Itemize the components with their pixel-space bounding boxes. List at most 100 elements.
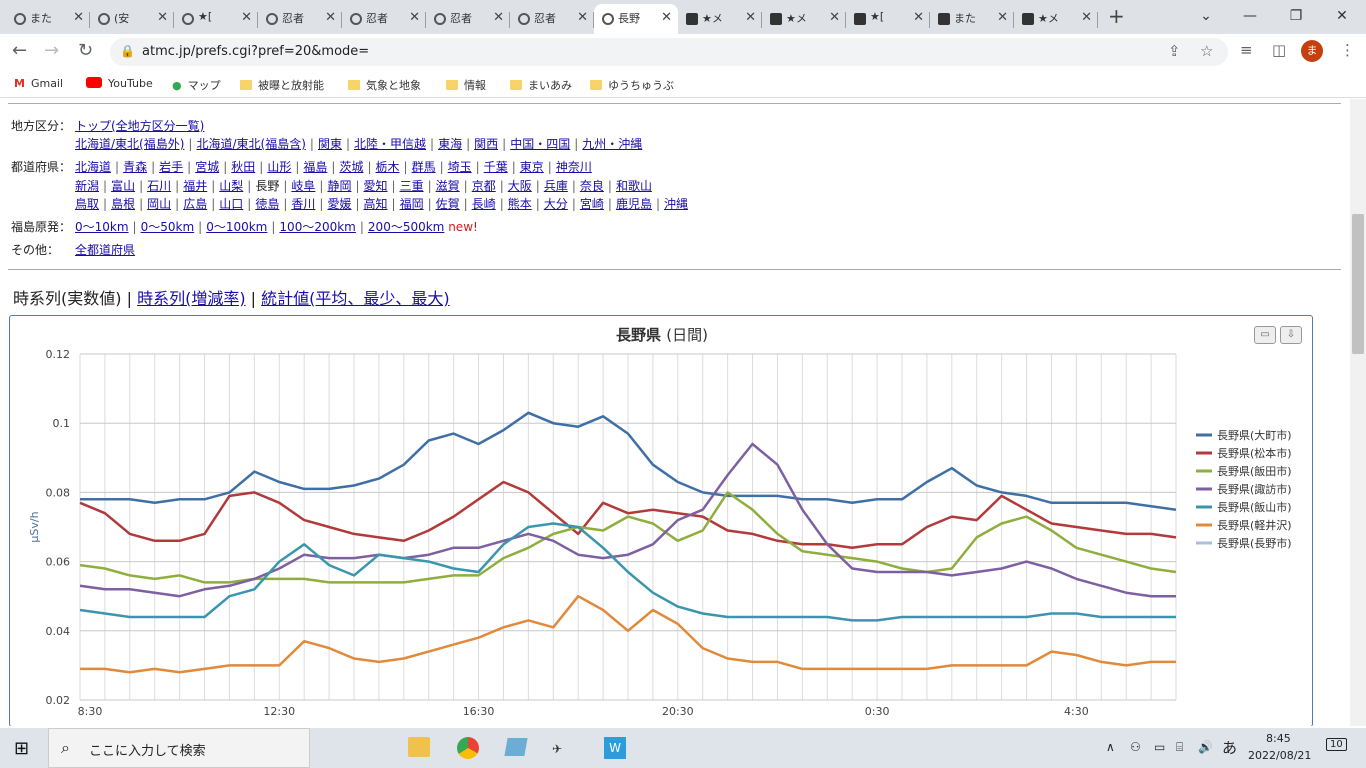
close-tab-icon[interactable]: ✕: [997, 10, 1008, 25]
nav-link[interactable]: 沖縄: [664, 197, 688, 211]
nav-link[interactable]: 福島: [303, 160, 327, 174]
nav-link[interactable]: 岡山: [147, 197, 171, 211]
profile-avatar[interactable]: ま: [1301, 40, 1323, 62]
close-tab-icon[interactable]: ✕: [73, 10, 84, 25]
nav-link[interactable]: 佐賀: [436, 197, 460, 211]
nav-link[interactable]: 福井: [183, 179, 207, 193]
nav-link[interactable]: 大分: [544, 197, 568, 211]
browser-tab[interactable]: 長野 ✕: [594, 4, 678, 34]
nav-link[interactable]: 高知: [364, 197, 388, 211]
bookmark-folder-5[interactable]: ゆうちゅうぶ: [590, 77, 674, 93]
browser-tab[interactable]: ★メ ✕: [1014, 4, 1098, 34]
url-text[interactable]: atmc.jp/prefs.cgi?pref=20&mode=: [142, 44, 369, 59]
nav-link[interactable]: 200〜500km: [368, 220, 444, 234]
nav-link[interactable]: 宮崎: [580, 197, 604, 211]
close-tab-icon[interactable]: ✕: [913, 10, 924, 25]
nav-link[interactable]: 島根: [111, 197, 135, 211]
nav-link[interactable]: 100〜200km: [279, 220, 355, 234]
nav-link[interactable]: 山梨: [219, 179, 243, 193]
network-icon[interactable]: ⌸: [1176, 740, 1183, 755]
nav-link[interactable]: 滋賀: [436, 179, 460, 193]
maximize-button[interactable]: ❐: [1276, 2, 1316, 30]
nav-link[interactable]: 宮城: [195, 160, 219, 174]
nav-link[interactable]: 京都: [472, 179, 496, 193]
taskbar-search[interactable]: ⌕ ここに入力して検索: [48, 728, 310, 768]
nav-link[interactable]: 兵庫: [544, 179, 568, 193]
address-bar[interactable]: 🔒 atmc.jp/prefs.cgi?pref=20&mode= ⇪ ☆: [110, 38, 1228, 66]
bookmark-maps[interactable]: ● マップ: [172, 77, 221, 93]
nav-link[interactable]: 関東: [318, 137, 342, 151]
chrome-icon[interactable]: [457, 737, 479, 759]
close-tab-icon[interactable]: ✕: [577, 10, 588, 25]
nav-link[interactable]: 広島: [183, 197, 207, 211]
close-tab-icon[interactable]: ✕: [409, 10, 420, 25]
nav-link[interactable]: 大阪: [508, 179, 532, 193]
minimize-button[interactable]: —: [1230, 2, 1270, 30]
nav-link[interactable]: 徳島: [255, 197, 279, 211]
nav-link[interactable]: 熊本: [508, 197, 532, 211]
browser-tab[interactable]: (安 ✕: [90, 4, 174, 34]
scrollbar-thumb[interactable]: [1352, 214, 1364, 354]
close-tab-icon[interactable]: ✕: [241, 10, 252, 25]
nav-link[interactable]: 千葉: [484, 160, 508, 174]
nav-link[interactable]: 神奈川: [556, 160, 592, 174]
bookmark-folder-2[interactable]: 気象と地象: [348, 77, 421, 93]
w-app-icon[interactable]: W: [604, 737, 626, 759]
close-tab-icon[interactable]: ✕: [325, 10, 336, 25]
notification-badge[interactable]: 10: [1326, 738, 1347, 751]
nav-link[interactable]: 北海道/東北(福島含): [196, 137, 305, 151]
nav-link[interactable]: 栃木: [376, 160, 400, 174]
view-link-stats[interactable]: 統計値(平均、最少、最大): [261, 289, 450, 308]
nav-link[interactable]: 愛媛: [327, 197, 351, 211]
nav-link[interactable]: 山口: [219, 197, 243, 211]
nav-link[interactable]: 富山: [111, 179, 135, 193]
close-tab-icon[interactable]: ✕: [493, 10, 504, 25]
close-tab-icon[interactable]: ✕: [745, 10, 756, 25]
browser-tab[interactable]: また ✕: [930, 4, 1014, 34]
nav-link[interactable]: 中国・四国: [510, 137, 570, 151]
forward-icon[interactable]: →: [44, 40, 59, 61]
lock-icon[interactable]: 🔒: [120, 44, 135, 58]
close-window-button[interactable]: ✕: [1322, 2, 1362, 30]
bookmark-star-icon[interactable]: ☆: [1200, 42, 1213, 60]
nav-link[interactable]: 三重: [400, 179, 424, 193]
tab-search-icon[interactable]: ⌄: [1186, 2, 1226, 30]
nav-link[interactable]: 香川: [291, 197, 315, 211]
view-link-rate[interactable]: 時系列(増減率): [137, 289, 246, 308]
close-tab-icon[interactable]: ✕: [1081, 10, 1092, 25]
battery-icon[interactable]: ▭: [1154, 740, 1165, 754]
nav-link[interactable]: 北陸・甲信越: [354, 137, 426, 151]
volume-icon[interactable]: 🔊: [1198, 740, 1213, 754]
nav-link[interactable]: 秋田: [231, 160, 255, 174]
nav-link[interactable]: 静岡: [327, 179, 351, 193]
browser-tab[interactable]: ★[✕: [174, 4, 258, 34]
nav-link[interactable]: 東海: [438, 137, 462, 151]
browser-tab[interactable]: 忍者 ✕: [510, 4, 594, 34]
bookmark-gmail[interactable]: M Gmail: [14, 77, 63, 90]
tray-chevron-icon[interactable]: ∧: [1106, 740, 1115, 754]
nav-link[interactable]: 埼玉: [448, 160, 472, 174]
back-icon[interactable]: ←: [12, 40, 27, 61]
browser-tab[interactable]: 忍者 ✕: [342, 4, 426, 34]
browser-tab[interactable]: ★メ ✕: [678, 4, 762, 34]
bookmark-youtube[interactable]: YouTube: [86, 77, 153, 90]
page-scrollbar[interactable]: [1350, 99, 1366, 726]
nav-link[interactable]: 北海道/東北(福島外): [75, 137, 184, 151]
nav-link[interactable]: 福岡: [400, 197, 424, 211]
nav-link[interactable]: 青森: [123, 160, 147, 174]
browser-tab[interactable]: また ✕: [6, 4, 90, 34]
nav-link[interactable]: 愛知: [364, 179, 388, 193]
bookmark-folder-4[interactable]: まいあみ: [510, 77, 572, 93]
nav-link[interactable]: トップ(全地方区分一覧): [75, 119, 204, 133]
nav-link[interactable]: 東京: [520, 160, 544, 174]
bookmark-folder-1[interactable]: 被曝と放射能: [240, 77, 324, 93]
share-icon[interactable]: ⇪: [1168, 42, 1181, 60]
close-tab-icon[interactable]: ✕: [829, 10, 840, 25]
nav-link[interactable]: 奈良: [580, 179, 604, 193]
clock-time[interactable]: 8:45: [1266, 732, 1291, 745]
nav-link[interactable]: 山形: [267, 160, 291, 174]
reload-icon[interactable]: ↻: [78, 40, 93, 61]
nav-link[interactable]: 0〜100km: [206, 220, 267, 234]
nav-link[interactable]: 九州・沖縄: [582, 137, 642, 151]
nav-link[interactable]: 石川: [147, 179, 171, 193]
